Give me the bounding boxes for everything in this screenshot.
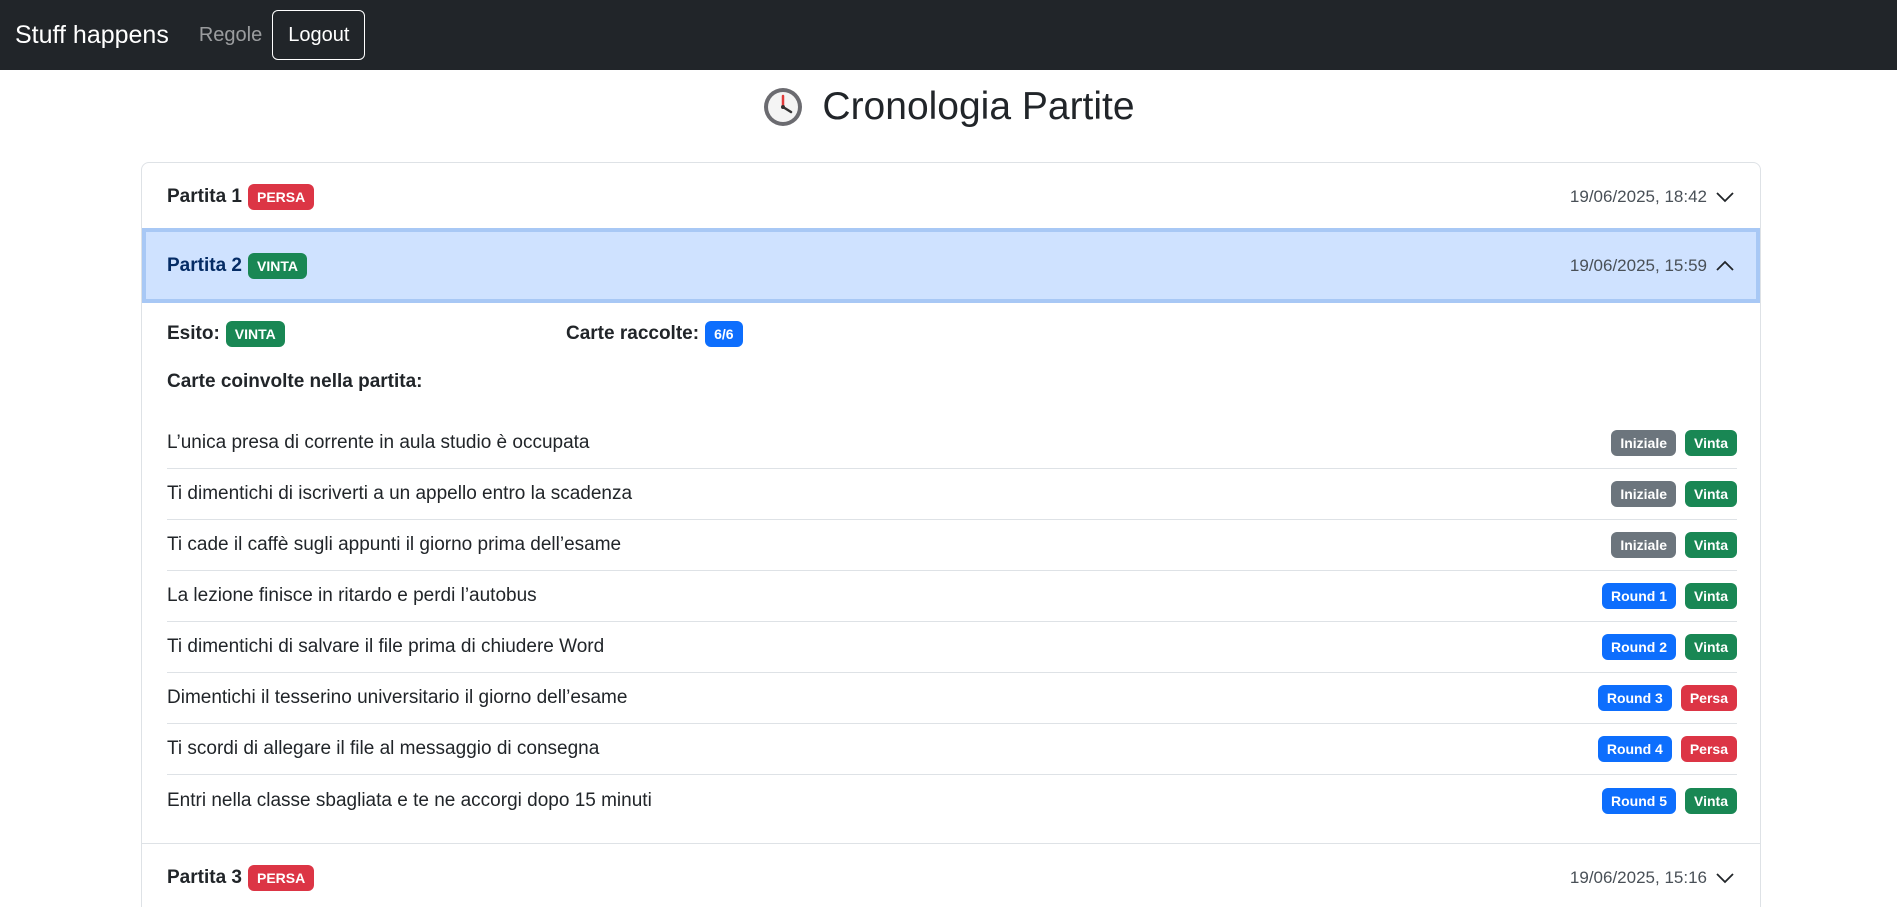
game-header-2[interactable]: Partita 2 VINTA 19/06/2025, 15:59 [142, 228, 1760, 303]
result-badge: Persa [1680, 685, 1737, 711]
involved-cards-title: Carte coinvolte nella partita: [167, 371, 423, 392]
esito-field: Esito: VINTA [167, 321, 285, 347]
page-heading: Cronologia Partite [822, 85, 1135, 128]
result-badge: Vinta [1685, 430, 1737, 456]
round-badge: Iniziale [1611, 481, 1677, 507]
result-badge: Vinta [1685, 481, 1737, 507]
card-text: La lezione finisce in ritardo e perdi l’… [167, 585, 537, 606]
list-item: Ti dimentichi di iscriverti a un appello… [167, 469, 1737, 520]
game-title: Partita 1 [167, 185, 242, 207]
clock-icon [764, 88, 803, 126]
round-badge: Round 2 [1602, 634, 1677, 660]
page-title: Cronologia Partite [0, 85, 1897, 129]
list-item: Entri nella classe sbagliata e te ne acc… [167, 775, 1737, 826]
card-text: Ti scordi di allegare il file al messagg… [167, 738, 600, 759]
round-badge: Round 3 [1597, 685, 1672, 711]
game-date: 19/06/2025, 15:16 [1569, 867, 1707, 887]
list-item: Ti scordi di allegare il file al messagg… [167, 724, 1737, 775]
card-text: Dimentichi il tesserino universitario il… [167, 687, 628, 708]
games-accordion: Partita 1 PERSA 19/06/2025, 18:42 Partit… [141, 162, 1761, 907]
result-badge: Vinta [1685, 787, 1737, 814]
rules-link[interactable]: Regole [199, 24, 262, 47]
card-text: L’unica presa di corrente in aula studio… [167, 432, 590, 453]
round-badge: Iniziale [1611, 430, 1677, 456]
card-text: Entri nella classe sbagliata e te ne acc… [167, 789, 652, 811]
cards-collected-badge: 6/6 [705, 321, 743, 347]
esito-label: Esito: [167, 323, 220, 344]
list-item: Ti cade il caffè sugli appunti il giorno… [167, 520, 1737, 571]
game-status-badge: PERSA [247, 864, 315, 891]
chevron-down-icon [1716, 872, 1734, 883]
list-item: L’unica presa di corrente in aula studio… [167, 418, 1737, 469]
game-status-badge: PERSA [247, 183, 315, 210]
card-text: Ti cade il caffè sugli appunti il giorno… [167, 534, 622, 555]
involved-cards-list: L’unica presa di corrente in aula studio… [167, 418, 1737, 826]
card-text: Ti dimentichi di salvare il file prima d… [167, 636, 605, 657]
round-badge: Round 5 [1602, 787, 1677, 814]
result-badge: Vinta [1685, 532, 1737, 558]
result-badge: Vinta [1685, 634, 1737, 660]
brand-link[interactable]: Stuff happens [15, 21, 169, 50]
result-badge: Persa [1680, 736, 1737, 762]
game-title: Partita 3 [167, 866, 242, 888]
cards-collected-label: Carte raccolte: [566, 323, 700, 344]
list-item: Ti dimentichi di salvare il file prima d… [167, 622, 1737, 673]
esito-badge: VINTA [225, 321, 285, 347]
navbar: Stuff happens Regole Logout [0, 0, 1897, 70]
chevron-down-icon [1716, 191, 1734, 202]
round-badge: Round 4 [1597, 736, 1672, 762]
game-summary: Esito: VINTA Carte raccolte: 6/6 [167, 321, 1737, 353]
list-item: La lezione finisce in ritardo e perdi l’… [167, 571, 1737, 622]
cards-collected-field: Carte raccolte: 6/6 [566, 321, 743, 347]
card-text: Ti dimentichi di iscriverti a un appello… [167, 483, 633, 504]
logout-button[interactable]: Logout [272, 10, 366, 60]
round-badge: Round 1 [1602, 583, 1677, 609]
game-header-3[interactable]: Partita 3 PERSA 19/06/2025, 15:16 [142, 844, 1760, 907]
round-badge: Iniziale [1611, 532, 1677, 558]
game-date: 19/06/2025, 18:42 [1569, 186, 1707, 206]
game-title: Partita 2 [167, 254, 242, 276]
chevron-up-icon [1716, 260, 1734, 271]
list-item: Dimentichi il tesserino universitario il… [167, 673, 1737, 724]
result-badge: Vinta [1685, 583, 1737, 609]
game-date: 19/06/2025, 15:59 [1569, 255, 1707, 275]
game-status-badge: VINTA [247, 252, 307, 279]
game-header-1[interactable]: Partita 1 PERSA 19/06/2025, 18:42 [142, 163, 1760, 230]
